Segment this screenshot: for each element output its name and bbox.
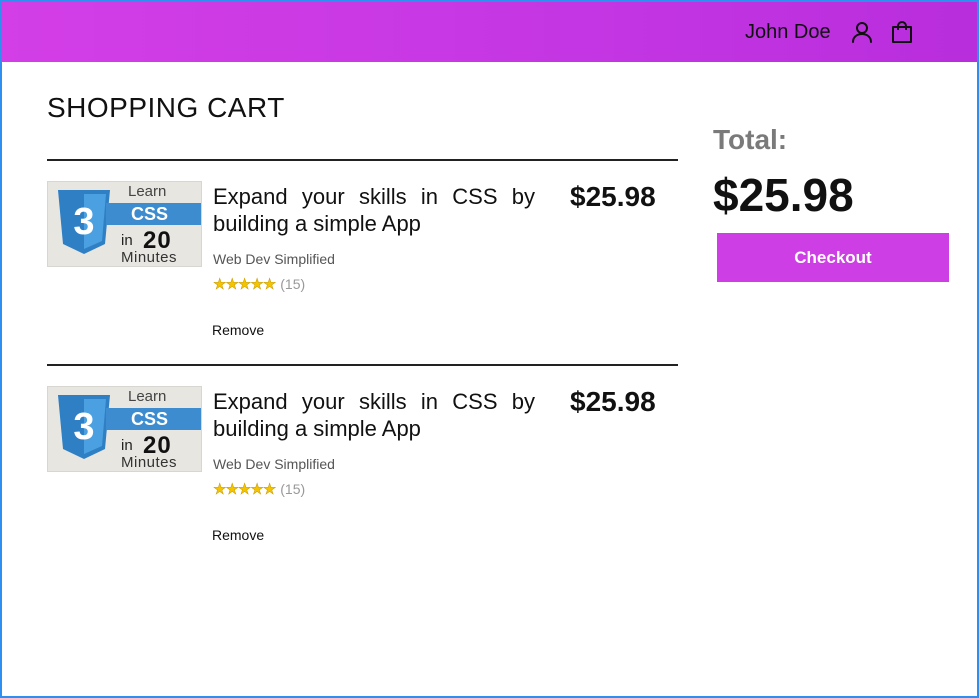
user-name[interactable]: John Doe [745,21,831,44]
svg-text:3: 3 [73,201,94,243]
star-icon: ★ [262,480,277,498]
divider [47,159,678,161]
cart-item: 3 Learn CSS in 20 Minutes Expand your sk… [47,181,678,356]
star-icon: ★ [225,275,239,293]
rating-count: (15) [280,276,306,292]
star-icon: ★ [250,480,264,498]
divider [47,364,678,366]
page-title: SHOPPING CART [47,92,285,123]
item-price: $25.98 [570,181,656,212]
total-value: $25.98 [713,169,854,221]
star-icon: ★ [225,480,239,498]
thumbnail-in-text: in [121,232,133,249]
user-icon[interactable] [850,20,874,44]
remove-button[interactable]: Remove [212,322,264,338]
course-title[interactable]: Expand your skills in CSS by building a … [213,183,535,237]
course-thumbnail[interactable]: 3 Learn CSS in 20 Minutes [47,181,202,267]
item-price: $25.98 [570,386,656,417]
css3-shield-icon: 3 [58,190,110,254]
course-title[interactable]: Expand your skills in CSS by building a … [213,388,535,442]
shopping-bag-icon[interactable] [890,20,914,44]
thumbnail-css-text: CSS [131,204,169,224]
thumbnail-learn-text: Learn [128,183,167,200]
star-icon: ★ [262,275,277,293]
app-window: John Doe SHOPPING CART 3 Learn CSS in 20… [0,0,979,698]
svg-text:3: 3 [73,406,94,448]
thumbnail-learn-text: Learn [128,388,167,405]
thumbnail-minutes-text: Minutes [121,454,178,471]
rating: ★ ★ ★ ★ ★ (15) [213,276,305,292]
thumbnail-in-text: in [121,437,133,454]
course-author: Web Dev Simplified [213,456,335,472]
top-nav-bar: John Doe [2,2,977,62]
checkout-button[interactable]: Checkout [717,233,949,282]
cart-item: 3 Learn CSS in 20 Minutes Expand your sk… [47,386,678,561]
thumbnail-css-text: CSS [131,409,169,429]
rating-count: (15) [280,481,306,497]
total-label: Total: [713,124,788,155]
thumbnail-minutes-text: Minutes [121,249,178,266]
remove-button[interactable]: Remove [212,527,264,543]
star-icon: ★ [250,275,264,293]
course-author: Web Dev Simplified [213,251,335,267]
css3-shield-icon: 3 [58,395,110,459]
rating: ★ ★ ★ ★ ★ (15) [213,481,305,497]
course-thumbnail[interactable]: 3 Learn CSS in 20 Minutes [47,386,202,472]
